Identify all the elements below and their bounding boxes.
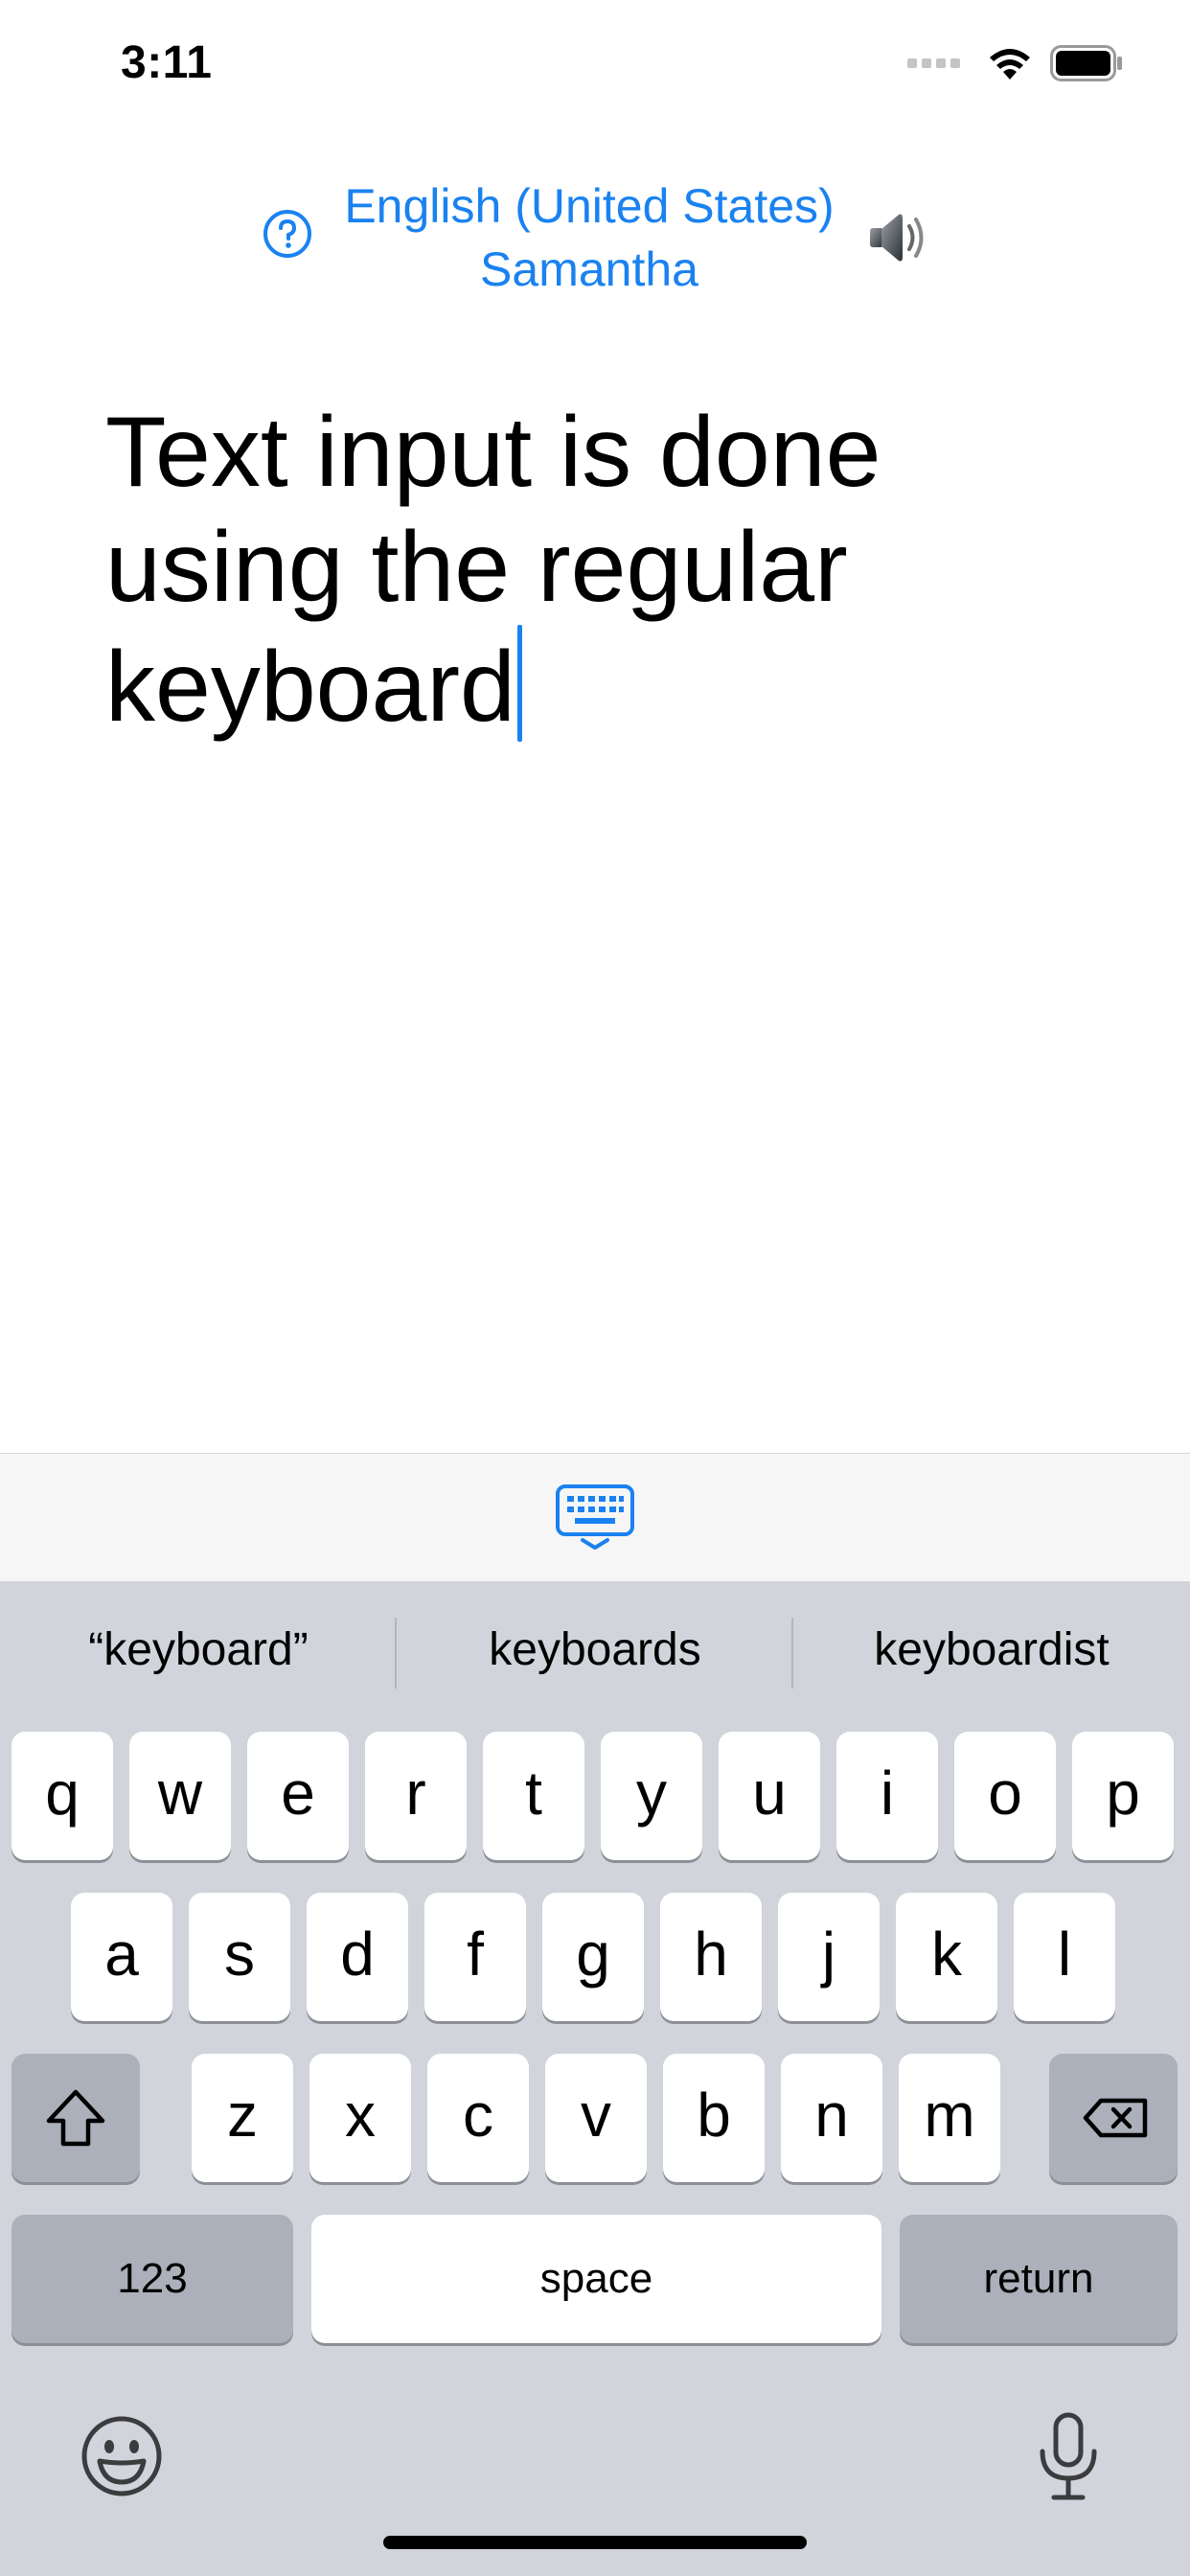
key-label: j	[821, 1920, 836, 1989]
suggestion-3[interactable]: keyboardist	[793, 1608, 1190, 1692]
return-key[interactable]: return	[900, 2215, 1178, 2343]
suggestion-2[interactable]: keyboards	[397, 1608, 793, 1692]
key-label: c	[463, 2081, 493, 2150]
battery-icon	[1050, 45, 1122, 81]
key-label: n	[814, 2081, 849, 2150]
key-m[interactable]: m	[899, 2054, 1000, 2182]
key-label: h	[694, 1920, 728, 1989]
space-key-label: space	[539, 2255, 653, 2302]
numbers-key[interactable]: 123	[11, 2215, 293, 2343]
key-x[interactable]: x	[309, 2054, 411, 2182]
key-label: r	[405, 1759, 426, 1828]
key-label: x	[345, 2081, 376, 2150]
key-label: k	[931, 1920, 962, 1989]
key-v[interactable]: v	[545, 2054, 647, 2182]
key-e[interactable]: e	[247, 1732, 349, 1860]
key-label: o	[988, 1759, 1022, 1828]
home-indicator	[383, 2536, 807, 2549]
speaker-icon[interactable]	[862, 203, 929, 270]
delete-backspace-icon	[1083, 2098, 1148, 2138]
key-label: a	[104, 1920, 139, 1989]
voice-selector[interactable]: English (United States) Samantha	[316, 174, 862, 301]
key-label: s	[224, 1920, 255, 1989]
key-label: y	[636, 1759, 667, 1828]
key-u[interactable]: u	[719, 1732, 820, 1860]
key-label: u	[752, 1759, 787, 1828]
header: English (United States) Samantha	[0, 163, 1190, 307]
voice-name-label: Samantha	[480, 242, 698, 296]
key-r[interactable]: r	[365, 1732, 467, 1860]
return-key-label: return	[983, 2255, 1094, 2302]
space-key[interactable]: space	[311, 2215, 881, 2343]
key-label: w	[157, 1759, 203, 1828]
key-w[interactable]: w	[129, 1732, 231, 1860]
key-label: l	[1057, 1920, 1072, 1989]
key-t[interactable]: t	[483, 1732, 584, 1860]
key-o[interactable]: o	[954, 1732, 1056, 1860]
key-z[interactable]: z	[192, 2054, 293, 2182]
numbers-key-label: 123	[117, 2255, 188, 2302]
keyboard: “keyboard” keyboards keyboardist q w e r t y u…	[0, 1581, 1190, 2576]
cellular-signal-icon	[907, 58, 960, 68]
text-cursor	[516, 625, 522, 742]
key-f[interactable]: f	[424, 1893, 526, 2021]
status-bar: 3:11	[0, 0, 1190, 125]
key-n[interactable]: n	[781, 2054, 882, 2182]
status-time: 3:11	[121, 37, 213, 88]
key-h[interactable]: h	[660, 1893, 762, 2021]
key-s[interactable]: s	[189, 1893, 290, 2021]
key-label: f	[467, 1920, 484, 1989]
key-p[interactable]: p	[1072, 1732, 1174, 1860]
emoji-icon[interactable]	[80, 2415, 163, 2497]
predictive-bar: “keyboard” keyboards keyboardist	[0, 1581, 1190, 1725]
key-label: g	[576, 1920, 610, 1989]
speech-text-editor[interactable]: Text input is done using the regular key…	[105, 395, 1083, 745]
key-label: t	[525, 1759, 542, 1828]
suggestion-1[interactable]: “keyboard”	[0, 1608, 397, 1692]
language-label: English (United States)	[344, 179, 835, 233]
editor-text: Text input is done using the regular key…	[105, 397, 881, 743]
key-b[interactable]: b	[663, 2054, 765, 2182]
key-k[interactable]: k	[896, 1893, 997, 2021]
wifi-icon	[990, 49, 1030, 80]
key-label: v	[581, 2081, 611, 2150]
key-j[interactable]: j	[778, 1893, 880, 2021]
key-g[interactable]: g	[542, 1893, 644, 2021]
shift-icon	[46, 2089, 105, 2147]
help-icon[interactable]	[263, 209, 312, 259]
key-l[interactable]: l	[1014, 1893, 1115, 2021]
key-a[interactable]: a	[71, 1893, 172, 2021]
key-label: q	[45, 1759, 80, 1828]
keyboard-accessory-bar	[0, 1453, 1190, 1582]
key-y[interactable]: y	[601, 1732, 702, 1860]
key-label: m	[924, 2081, 975, 2150]
keyboard-dismiss-icon[interactable]	[554, 1483, 636, 1552]
key-i[interactable]: i	[836, 1732, 938, 1860]
shift-key[interactable]	[11, 2054, 140, 2182]
key-label: z	[227, 2081, 258, 2150]
status-icons	[907, 42, 1123, 84]
key-d[interactable]: d	[307, 1893, 408, 2021]
key-c[interactable]: c	[427, 2054, 529, 2182]
microphone-icon[interactable]	[1033, 2411, 1104, 2503]
key-label: b	[697, 2081, 731, 2150]
key-label: p	[1106, 1759, 1140, 1828]
key-label: e	[281, 1759, 315, 1828]
key-q[interactable]: q	[11, 1732, 113, 1860]
key-label: i	[880, 1759, 895, 1828]
key-label: d	[340, 1920, 375, 1989]
delete-key[interactable]	[1049, 2054, 1178, 2182]
